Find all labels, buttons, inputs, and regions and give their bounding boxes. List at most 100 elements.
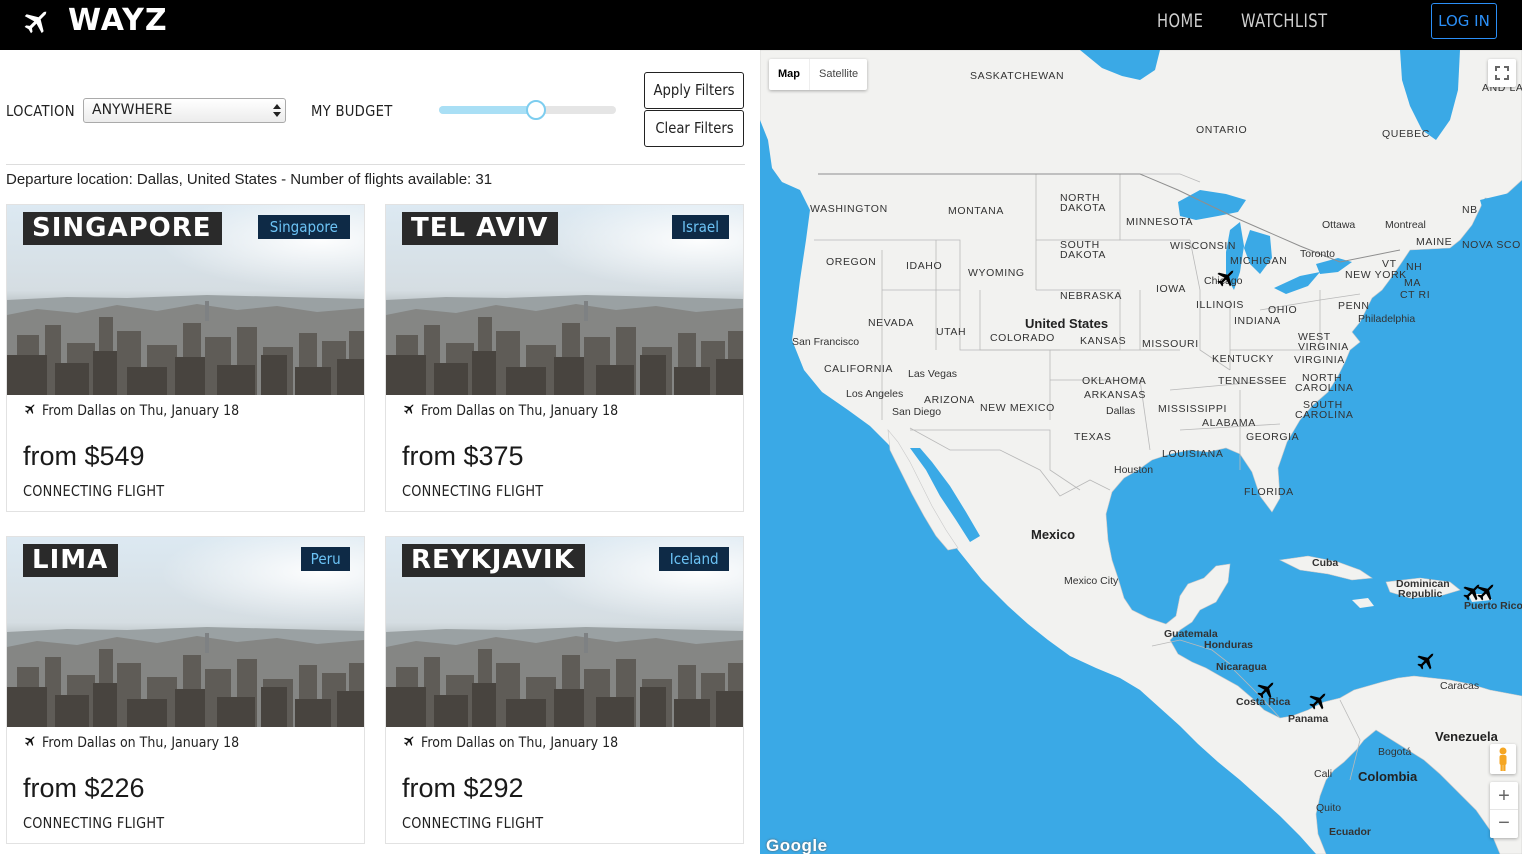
- map-label: Mexico: [1031, 527, 1076, 542]
- flight-type: CONNECTING FLIGHT: [402, 814, 544, 832]
- nav-home-link[interactable]: HOME: [1157, 10, 1203, 32]
- map-label: NB: [1462, 204, 1478, 216]
- location-select[interactable]: ANYWHERE: [83, 98, 286, 123]
- zoom-control: + −: [1490, 782, 1518, 838]
- flight-card[interactable]: REYKJAVIK Iceland From Dallas on Thu, Ja…: [385, 536, 744, 844]
- flight-type: CONNECTING FLIGHT: [23, 482, 165, 500]
- apply-filters-button[interactable]: Apply Filters: [644, 72, 744, 109]
- destination-city: LIMA: [23, 544, 119, 577]
- map-label: Colombia: [1358, 769, 1418, 784]
- map-label: MISSISSIPPI: [1158, 403, 1228, 415]
- fullscreen-button[interactable]: [1488, 59, 1516, 87]
- flight-price: from $226: [23, 773, 145, 803]
- budget-slider-thumb[interactable]: [526, 100, 547, 120]
- map-label: MA: [1404, 277, 1421, 289]
- map-label: COLORADO: [990, 332, 1055, 344]
- map-label: ONTARIO: [1196, 124, 1248, 136]
- map-label: Houston: [1114, 464, 1154, 476]
- map-label: Montreal: [1385, 219, 1426, 231]
- clear-filters-label: Clear Filters: [654, 119, 734, 137]
- budget-slider[interactable]: [439, 100, 616, 120]
- airplane-icon: [25, 404, 35, 414]
- map-type-map-button[interactable]: Map: [769, 59, 809, 90]
- map-label: IOWA: [1156, 283, 1187, 295]
- destination-country-badge: Singapore: [258, 215, 350, 239]
- flight-type: CONNECTING FLIGHT: [402, 482, 544, 500]
- map-label: Cuba: [1312, 557, 1339, 569]
- map-label: VIRGINIA: [1294, 354, 1345, 366]
- map-label: ARIZONA: [924, 394, 975, 406]
- map-label: Panama: [1288, 713, 1329, 725]
- airplane-marker-icon[interactable]: [1414, 651, 1436, 673]
- flight-card[interactable]: TEL AVIV Israel From Dallas on Thu, Janu…: [385, 204, 744, 512]
- map-label: ARKANSAS: [1084, 389, 1146, 401]
- flight-price: from $292: [402, 773, 524, 803]
- airplane-marker-icon[interactable]: [1214, 268, 1236, 290]
- map-label: MINNESOTA: [1126, 216, 1194, 228]
- map-label: MAINE: [1416, 236, 1453, 248]
- clear-filters-button[interactable]: Clear Filters: [644, 110, 744, 147]
- destination-country-badge: Peru: [300, 547, 350, 571]
- airplane-marker-icon[interactable]: [1474, 582, 1496, 604]
- nav-watchlist-link[interactable]: WATCHLIST: [1241, 10, 1327, 32]
- departure-line: From Dallas on Thu, January 18: [23, 735, 261, 751]
- login-button[interactable]: LOG IN: [1431, 3, 1497, 39]
- map-label: KENTUCKY: [1212, 353, 1274, 365]
- flight-card[interactable]: SINGAPORE Singapore From Dallas on Thu, …: [6, 204, 365, 512]
- flight-price: from $549: [23, 441, 145, 471]
- zoom-in-button[interactable]: +: [1490, 782, 1518, 810]
- top-navbar: WAYZ HOME WATCHLIST LOG IN: [0, 0, 1522, 50]
- zoom-out-button[interactable]: −: [1490, 810, 1518, 837]
- filter-divider: [6, 164, 745, 165]
- map-label: WASHINGTON: [810, 203, 888, 215]
- map-label: NEBRASKA: [1060, 290, 1122, 302]
- budget-label: MY BUDGET: [311, 102, 393, 120]
- map-label: OKLAHOMA: [1082, 375, 1147, 387]
- departure-line: From Dallas on Thu, January 18: [23, 403, 261, 419]
- map-label: ILLINOIS: [1196, 299, 1244, 311]
- map-label: United States: [1025, 316, 1109, 331]
- google-attribution[interactable]: Google: [766, 836, 828, 854]
- flights-map[interactable]: SASKATCHEWAN ONTARIO QUEBEC NB AND LA WASHING…: [760, 50, 1522, 854]
- apply-filters-label: Apply Filters: [653, 81, 735, 99]
- map-label: Caracas: [1440, 680, 1480, 692]
- destination-city: SINGAPORE: [23, 212, 222, 245]
- pegman-icon: [1499, 747, 1507, 771]
- destination-city: REYKJAVIK: [402, 544, 585, 577]
- map-label: CT RI: [1400, 289, 1431, 301]
- brand-name[interactable]: WAYZ: [68, 3, 168, 38]
- map-label: Honduras: [1204, 639, 1254, 651]
- map-label: OREGON: [826, 256, 877, 268]
- map-label: MISSOURI: [1142, 338, 1199, 350]
- destination-city: TEL AVIV: [402, 212, 559, 245]
- map-label: San Diego: [892, 406, 942, 418]
- airplane-icon: [25, 736, 35, 746]
- map-label: INDIANA: [1234, 315, 1281, 327]
- location-label: LOCATION: [6, 102, 75, 120]
- airplane-marker-icon[interactable]: [1306, 691, 1328, 713]
- flight-type: CONNECTING FLIGHT: [23, 814, 165, 832]
- airplane-marker-icon[interactable]: [1254, 680, 1276, 702]
- map-label: DAKOTA: [1060, 202, 1106, 214]
- map-label: MICHIGAN: [1230, 255, 1288, 267]
- airplane-logo-icon[interactable]: [20, 8, 50, 38]
- map-label: NOVA SCO: [1462, 239, 1521, 251]
- select-arrows-icon: [273, 104, 281, 117]
- map-label: Cali: [1314, 768, 1333, 780]
- map-label: Bogotá: [1378, 746, 1412, 758]
- map-label: San Francisco: [792, 336, 860, 348]
- airplane-icon: [404, 404, 414, 414]
- map-label: Los Angeles: [846, 388, 904, 400]
- departure-text: From Dallas on Thu, January 18: [42, 403, 240, 419]
- map-label: CAROLINA: [1295, 382, 1354, 394]
- airplane-icon: [404, 736, 414, 746]
- map-label: DAKOTA: [1060, 249, 1106, 261]
- map-type-satellite-button[interactable]: Satellite: [809, 59, 867, 90]
- flight-card[interactable]: LIMA Peru From Dallas on Thu, January 18…: [6, 536, 365, 844]
- departure-info: Departure location: Dallas, United State…: [6, 171, 493, 188]
- map-label: Venezuela: [1435, 729, 1498, 744]
- map-label: WYOMING: [968, 267, 1025, 279]
- street-view-button[interactable]: [1490, 744, 1516, 774]
- map-label: Nicaragua: [1216, 661, 1267, 673]
- map-label: ALABAMA: [1202, 417, 1256, 429]
